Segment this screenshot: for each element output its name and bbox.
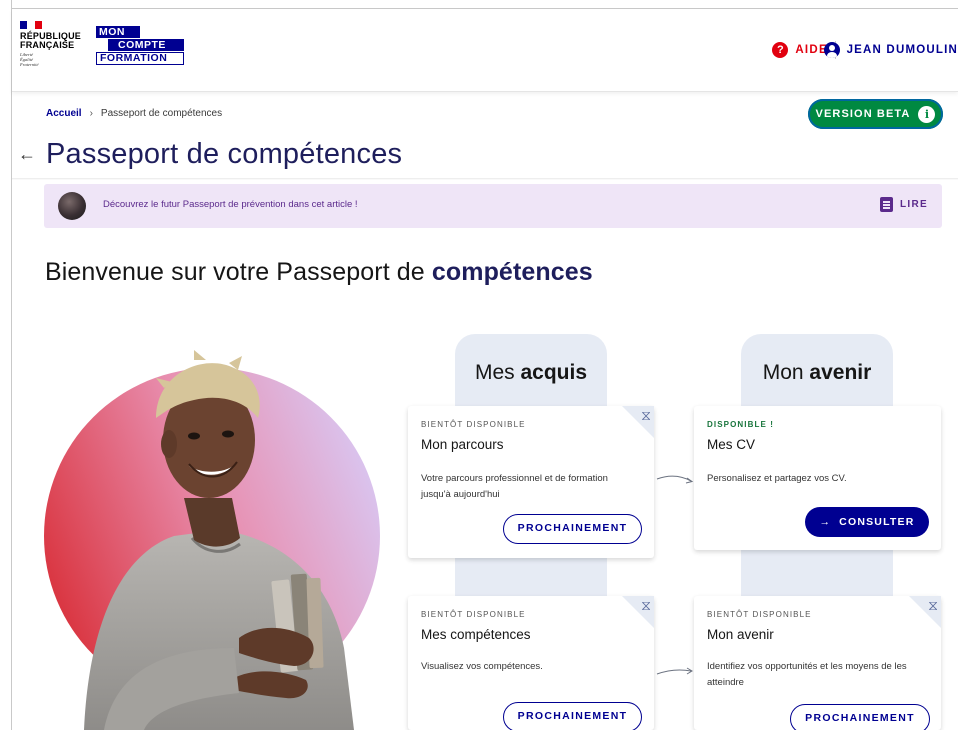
beta-label: VERSION BETA — [815, 108, 911, 120]
hero-illustration — [44, 348, 389, 730]
read-label: LIRE — [900, 199, 928, 210]
prochainement-button[interactable]: PROCHAINEMENT — [503, 702, 642, 730]
gov-name-line-2: FRANÇAISE — [20, 40, 75, 50]
version-beta-button[interactable]: VERSION BETA i — [808, 99, 943, 129]
user-name: JEAN DUMOULIN — [846, 44, 958, 56]
title-divider — [12, 178, 958, 180]
column-title-emphasis: acquis — [520, 361, 588, 384]
logo-line-3: FORMATION — [96, 52, 184, 65]
column-title-prefix: Mes — [474, 361, 521, 384]
help-link[interactable]: ? AIDE — [772, 42, 828, 58]
hourglass-icon: ⧖ — [928, 597, 938, 613]
info-banner: Découvrez le futur Passeport de préventi… — [44, 184, 942, 228]
read-article-link[interactable]: LIRE — [880, 197, 928, 212]
card-title: Mon avenir — [707, 627, 774, 642]
question-icon: ? — [772, 42, 789, 58]
mon-compte-formation-logo[interactable]: MON COMPTE FORMATION — [96, 26, 184, 74]
title-row: ← Passeport de compétences — [18, 138, 402, 171]
logo-line-2: COMPTE — [108, 39, 184, 51]
card-description: Personalisez et partagez vos CV. — [707, 473, 847, 484]
prochainement-button[interactable]: PROCHAINEMENT — [790, 704, 930, 730]
column-title-mes-acquis: Mes acquis — [431, 361, 631, 385]
column-title-prefix: Mon — [762, 361, 810, 384]
card-mes-cv: DISPONIBLE ! Mes CV Personalisez et part… — [694, 406, 941, 550]
column-title-mon-avenir: Mon avenir — [717, 361, 917, 385]
hourglass-icon: ⧖ — [641, 597, 651, 613]
frame-left-border — [11, 0, 12, 730]
banner-avatar — [58, 192, 86, 220]
card-status: BIENTÔT DISPONIBLE — [421, 420, 526, 429]
card-title: Mes CV — [707, 437, 756, 452]
consulter-label: CONSULTER — [839, 516, 915, 528]
republique-francaise-logo[interactable]: RÉPUBLIQUE FRANÇAISE Liberté Égalité Fra… — [20, 21, 92, 85]
back-arrow-icon[interactable]: ← — [18, 144, 46, 165]
flag-icon — [20, 21, 42, 29]
user-icon — [823, 42, 840, 58]
card-mes-competences: ⧖ BIENTÔT DISPONIBLE Mes compétences Vis… — [408, 596, 654, 730]
card-mon-parcours: ⧖ BIENTÔT DISPONIBLE Mon parcours Votre … — [408, 406, 654, 558]
site-header: RÉPUBLIQUE FRANÇAISE Liberté Égalité Fra… — [12, 9, 958, 92]
consulter-button[interactable]: → CONSULTER — [805, 507, 929, 537]
person-holding-books-illustration — [44, 350, 380, 730]
card-title: Mon parcours — [421, 437, 504, 452]
info-icon: i — [918, 105, 936, 123]
user-account-button[interactable]: JEAN DUMOULIN — [823, 42, 958, 58]
card-status: BIENTÔT DISPONIBLE — [707, 610, 812, 619]
hourglass-icon: ⧖ — [641, 407, 651, 423]
card-description: Visualisez vos compétences. — [421, 661, 543, 672]
arrow-right-icon: → — [819, 516, 832, 528]
card-status: DISPONIBLE ! — [707, 420, 774, 429]
card-mon-avenir: ⧖ BIENTÔT DISPONIBLE Mon avenir Identifi… — [694, 596, 941, 730]
card-description: Identifiez vos opportunités et les moyen… — [707, 661, 907, 688]
document-icon — [880, 197, 894, 212]
welcome-heading: Bienvenue sur votre Passeport de compéte… — [45, 258, 593, 287]
page-title: Passeport de compétences — [46, 138, 403, 170]
banner-text: Découvrez le futur Passeport de préventi… — [103, 199, 358, 210]
welcome-prefix: Bienvenue sur votre Passeport de — [45, 258, 432, 286]
column-title-emphasis: avenir — [809, 361, 872, 384]
connector-arrow-icon — [656, 667, 693, 675]
welcome-emphasis: compétences — [431, 258, 593, 286]
card-status: BIENTÔT DISPONIBLE — [421, 610, 526, 619]
breadcrumb-home-link[interactable]: Accueil — [46, 108, 82, 119]
logo-line-1: MON — [96, 26, 140, 38]
prochainement-button[interactable]: PROCHAINEMENT — [503, 514, 642, 544]
card-title: Mes compétences — [421, 627, 531, 642]
connector-arrow-icon — [656, 475, 694, 484]
breadcrumb: Accueil › Passeport de compétences — [46, 108, 222, 119]
gov-motto-3: Fraternité — [20, 62, 39, 67]
chevron-right-icon: › — [89, 108, 93, 119]
card-description: Votre parcours professionnel et de forma… — [421, 473, 608, 500]
breadcrumb-current: Passeport de compétences — [100, 108, 223, 119]
